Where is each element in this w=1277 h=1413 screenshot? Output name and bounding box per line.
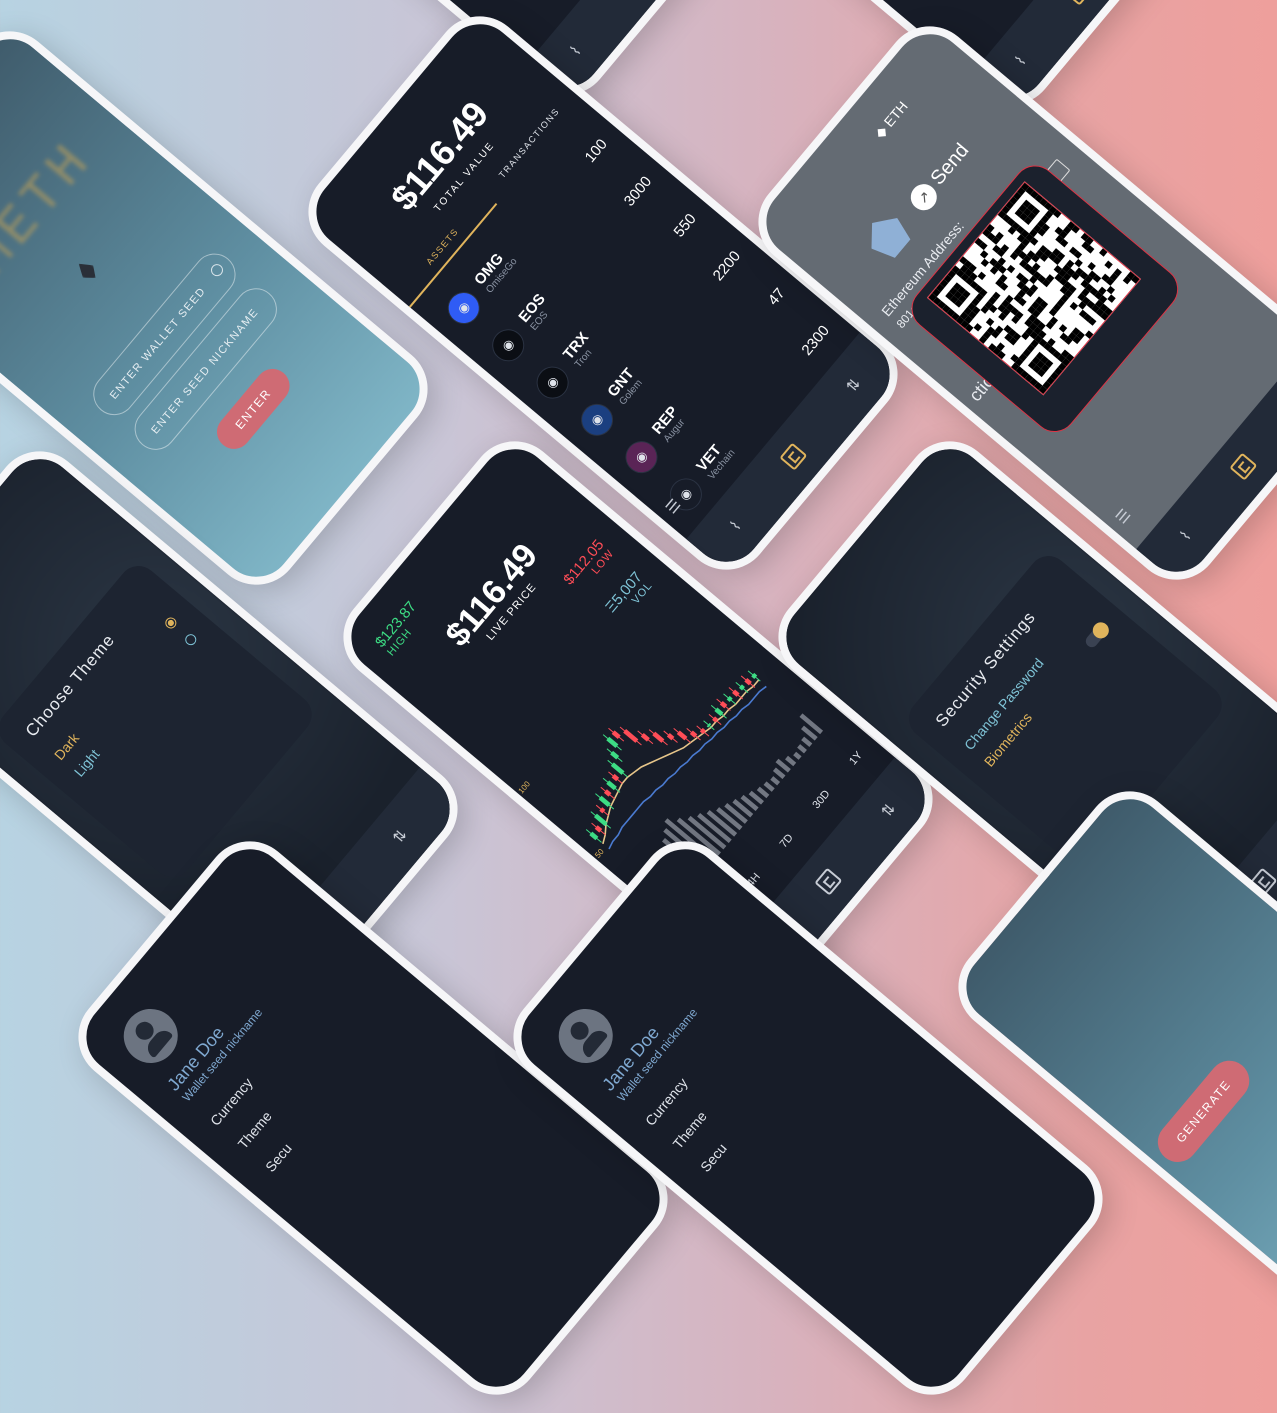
volume-bar xyxy=(785,755,797,767)
theme-light-label: Light xyxy=(70,746,103,780)
biometrics-toggle[interactable] xyxy=(1083,621,1110,650)
tron-icon: ◉ xyxy=(530,360,576,406)
candle-body xyxy=(610,762,625,775)
send-label: Send xyxy=(926,139,974,190)
ethereum-icon xyxy=(74,258,101,284)
theme-item[interactable]: Theme xyxy=(235,1052,322,1152)
volume-bar xyxy=(724,803,748,824)
transfer-icon[interactable]: ⇅ xyxy=(877,800,899,821)
security-item[interactable]: Secu xyxy=(262,1075,349,1175)
radio-light[interactable] xyxy=(183,631,199,648)
wallet-icon[interactable] xyxy=(814,867,843,896)
security-item[interactable]: Secu xyxy=(697,1075,784,1175)
golem-icon: ◉ xyxy=(574,397,620,443)
axis-label: 100 xyxy=(517,779,533,795)
ma-slow-line xyxy=(608,685,767,850)
volume-bar xyxy=(801,736,813,748)
volume-bar xyxy=(772,767,786,780)
range-7d[interactable]: 7D xyxy=(771,825,804,859)
wallet-icon[interactable] xyxy=(1229,452,1258,481)
generate-button[interactable]: GENERATE xyxy=(1149,1052,1258,1171)
live-price: $116.49 xyxy=(438,536,546,654)
range-1y[interactable]: 1Y xyxy=(840,742,873,776)
volume-bar xyxy=(793,751,802,760)
volume-bar xyxy=(770,776,781,786)
candle-body xyxy=(623,729,639,743)
wallet-icon[interactable] xyxy=(779,442,808,471)
chart-icon[interactable]: ⌇ xyxy=(1176,527,1195,545)
axis-label: 50 xyxy=(593,847,606,860)
asset-amount: 100 xyxy=(581,135,611,166)
omg-icon: ◉ xyxy=(441,285,487,331)
chart-icon[interactable]: ⌇ xyxy=(1011,52,1030,70)
augur-icon: ◉ xyxy=(618,434,665,480)
asset-amount: 3000 xyxy=(620,172,655,210)
candle-body xyxy=(652,731,665,743)
range-30d[interactable]: 30D xyxy=(804,781,841,820)
volume-bar xyxy=(763,781,775,792)
theme-item[interactable]: Theme xyxy=(670,1052,757,1152)
menu-icon[interactable]: ☰ xyxy=(1112,505,1135,527)
eos-icon: ◉ xyxy=(485,322,531,368)
candle-body xyxy=(606,736,619,748)
theme-dark-label: Dark xyxy=(50,730,83,763)
candle-body xyxy=(593,813,608,827)
app-logo: METH xyxy=(0,130,107,288)
asset-amount: 47 xyxy=(764,284,789,309)
bottom-nav: ☰ ⌇ ⇅ xyxy=(1113,342,1277,587)
candle-body xyxy=(598,795,611,807)
volume-bar xyxy=(756,786,770,799)
blockchain-icon xyxy=(859,208,915,264)
asset-amount: 2200 xyxy=(709,247,744,284)
chart-icon[interactable]: ⌇ xyxy=(566,42,585,60)
live-price-label: LIVE PRICE xyxy=(484,581,539,643)
asset-amount: 2300 xyxy=(798,321,833,359)
avatar xyxy=(547,997,624,1074)
volume-bar xyxy=(797,744,808,754)
avatar xyxy=(112,997,189,1074)
transfer-icon[interactable]: ⇅ xyxy=(389,826,411,847)
wallet-icon[interactable] xyxy=(1064,0,1093,6)
radio-dark[interactable] xyxy=(163,615,179,631)
chart-icon[interactable]: ⌇ xyxy=(726,517,745,535)
currency-label: ETH xyxy=(880,98,911,130)
volume-bar xyxy=(799,713,824,735)
asset-amount: 550 xyxy=(670,210,700,241)
send-button[interactable]: ↗ Send xyxy=(905,139,975,216)
transfer-icon[interactable]: ⇅ xyxy=(842,375,864,396)
